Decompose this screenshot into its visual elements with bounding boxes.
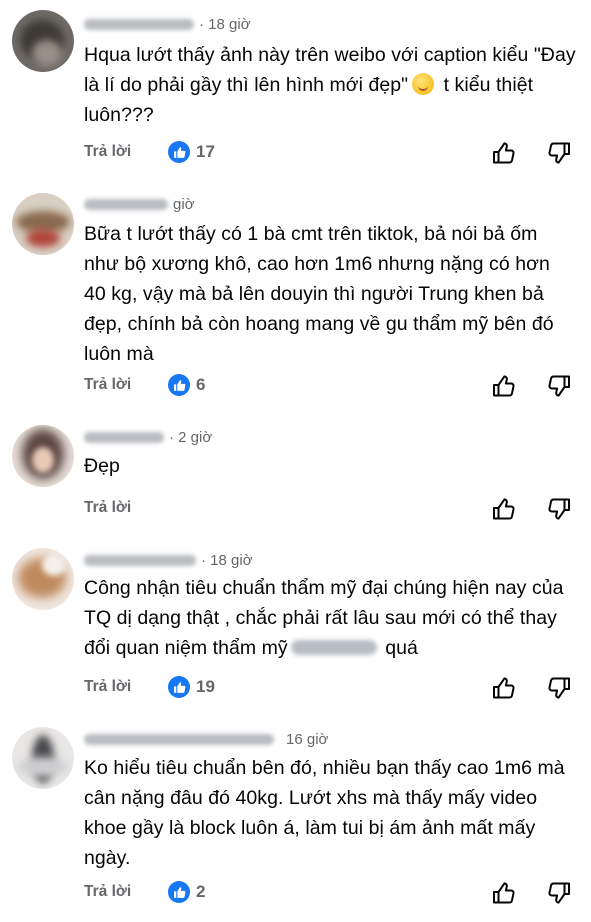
like-count: 2 [196, 882, 206, 901]
comment-text: Hqua lướt thấy ảnh này trên weibo với ca… [84, 40, 576, 130]
timestamp: · 18 giờ [201, 552, 253, 569]
thumbs-up-outline-icon[interactable] [491, 373, 517, 399]
like-count: 19 [196, 677, 215, 696]
thumbs-up-icon [168, 881, 190, 903]
reply-button[interactable]: Trả lời [84, 499, 131, 517]
comment-text: Bữa t lướt thấy có 1 bà cmt trên tiktok,… [84, 223, 554, 365]
author-name-blurred[interactable] [84, 734, 274, 745]
thumbs-up-icon [168, 676, 190, 698]
thumbs-up-icon [168, 374, 190, 396]
comment-actions: Trả lời 6 [84, 373, 576, 399]
comment-text: Đẹp [84, 455, 120, 477]
avatar[interactable] [12, 727, 74, 789]
thumbs-up-outline-icon[interactable] [491, 140, 517, 166]
avatar[interactable] [12, 548, 74, 610]
comment-text-part: quá [379, 637, 418, 659]
thumbs-down-outline-icon[interactable] [546, 373, 572, 399]
timestamp: · 2 giờ [169, 429, 213, 446]
reply-button[interactable]: Trả lời [84, 143, 131, 161]
blurred-word [290, 640, 377, 655]
comment-text: Công nhận tiêu chuẩn thẩm mỹ đại chúng h… [84, 573, 576, 663]
comment-meta: · 18 giờ [84, 16, 251, 33]
reply-button[interactable]: Trả lời [84, 376, 131, 394]
smirk-emoji-icon [412, 73, 435, 95]
comment-actions: Trả lời [84, 496, 576, 522]
avatar[interactable] [12, 425, 74, 487]
thumbs-up-outline-icon[interactable] [491, 880, 517, 906]
timestamp: giờ [173, 196, 195, 213]
thumbs-down-outline-icon[interactable] [546, 675, 572, 701]
comment-meta: · 18 giờ [84, 552, 253, 569]
author-name-blurred[interactable] [84, 432, 164, 443]
author-name-blurred[interactable] [84, 555, 196, 566]
author-name-blurred[interactable] [84, 199, 168, 210]
comment-meta: 16 giờ [84, 731, 328, 748]
thumbs-up-icon [168, 141, 190, 163]
timestamp: · 18 giờ [199, 16, 251, 33]
author-name-blurred[interactable] [84, 19, 194, 30]
like-count: 6 [196, 375, 206, 394]
reply-button[interactable]: Trả lời [84, 678, 131, 696]
thumbs-down-outline-icon[interactable] [546, 880, 572, 906]
reply-button[interactable]: Trả lời [84, 883, 131, 901]
comment-meta: · 2 giờ [84, 429, 212, 446]
avatar[interactable] [12, 193, 74, 255]
thumbs-down-outline-icon[interactable] [546, 496, 572, 522]
comment-meta: giờ [84, 196, 195, 213]
comment-actions: Trả lời 2 [84, 880, 576, 906]
like-count: 17 [196, 142, 215, 161]
avatar[interactable] [12, 10, 74, 72]
thumbs-up-outline-icon[interactable] [491, 675, 517, 701]
timestamp: 16 giờ [286, 731, 329, 748]
comment-actions: Trả lời 19 [84, 675, 576, 701]
comment-text: Ko hiểu tiêu chuẩn bên đó, nhiều bạn thấ… [84, 757, 565, 869]
comment-actions: Trả lời 17 [84, 140, 576, 166]
thumbs-down-outline-icon[interactable] [546, 140, 572, 166]
thumbs-up-outline-icon[interactable] [491, 496, 517, 522]
